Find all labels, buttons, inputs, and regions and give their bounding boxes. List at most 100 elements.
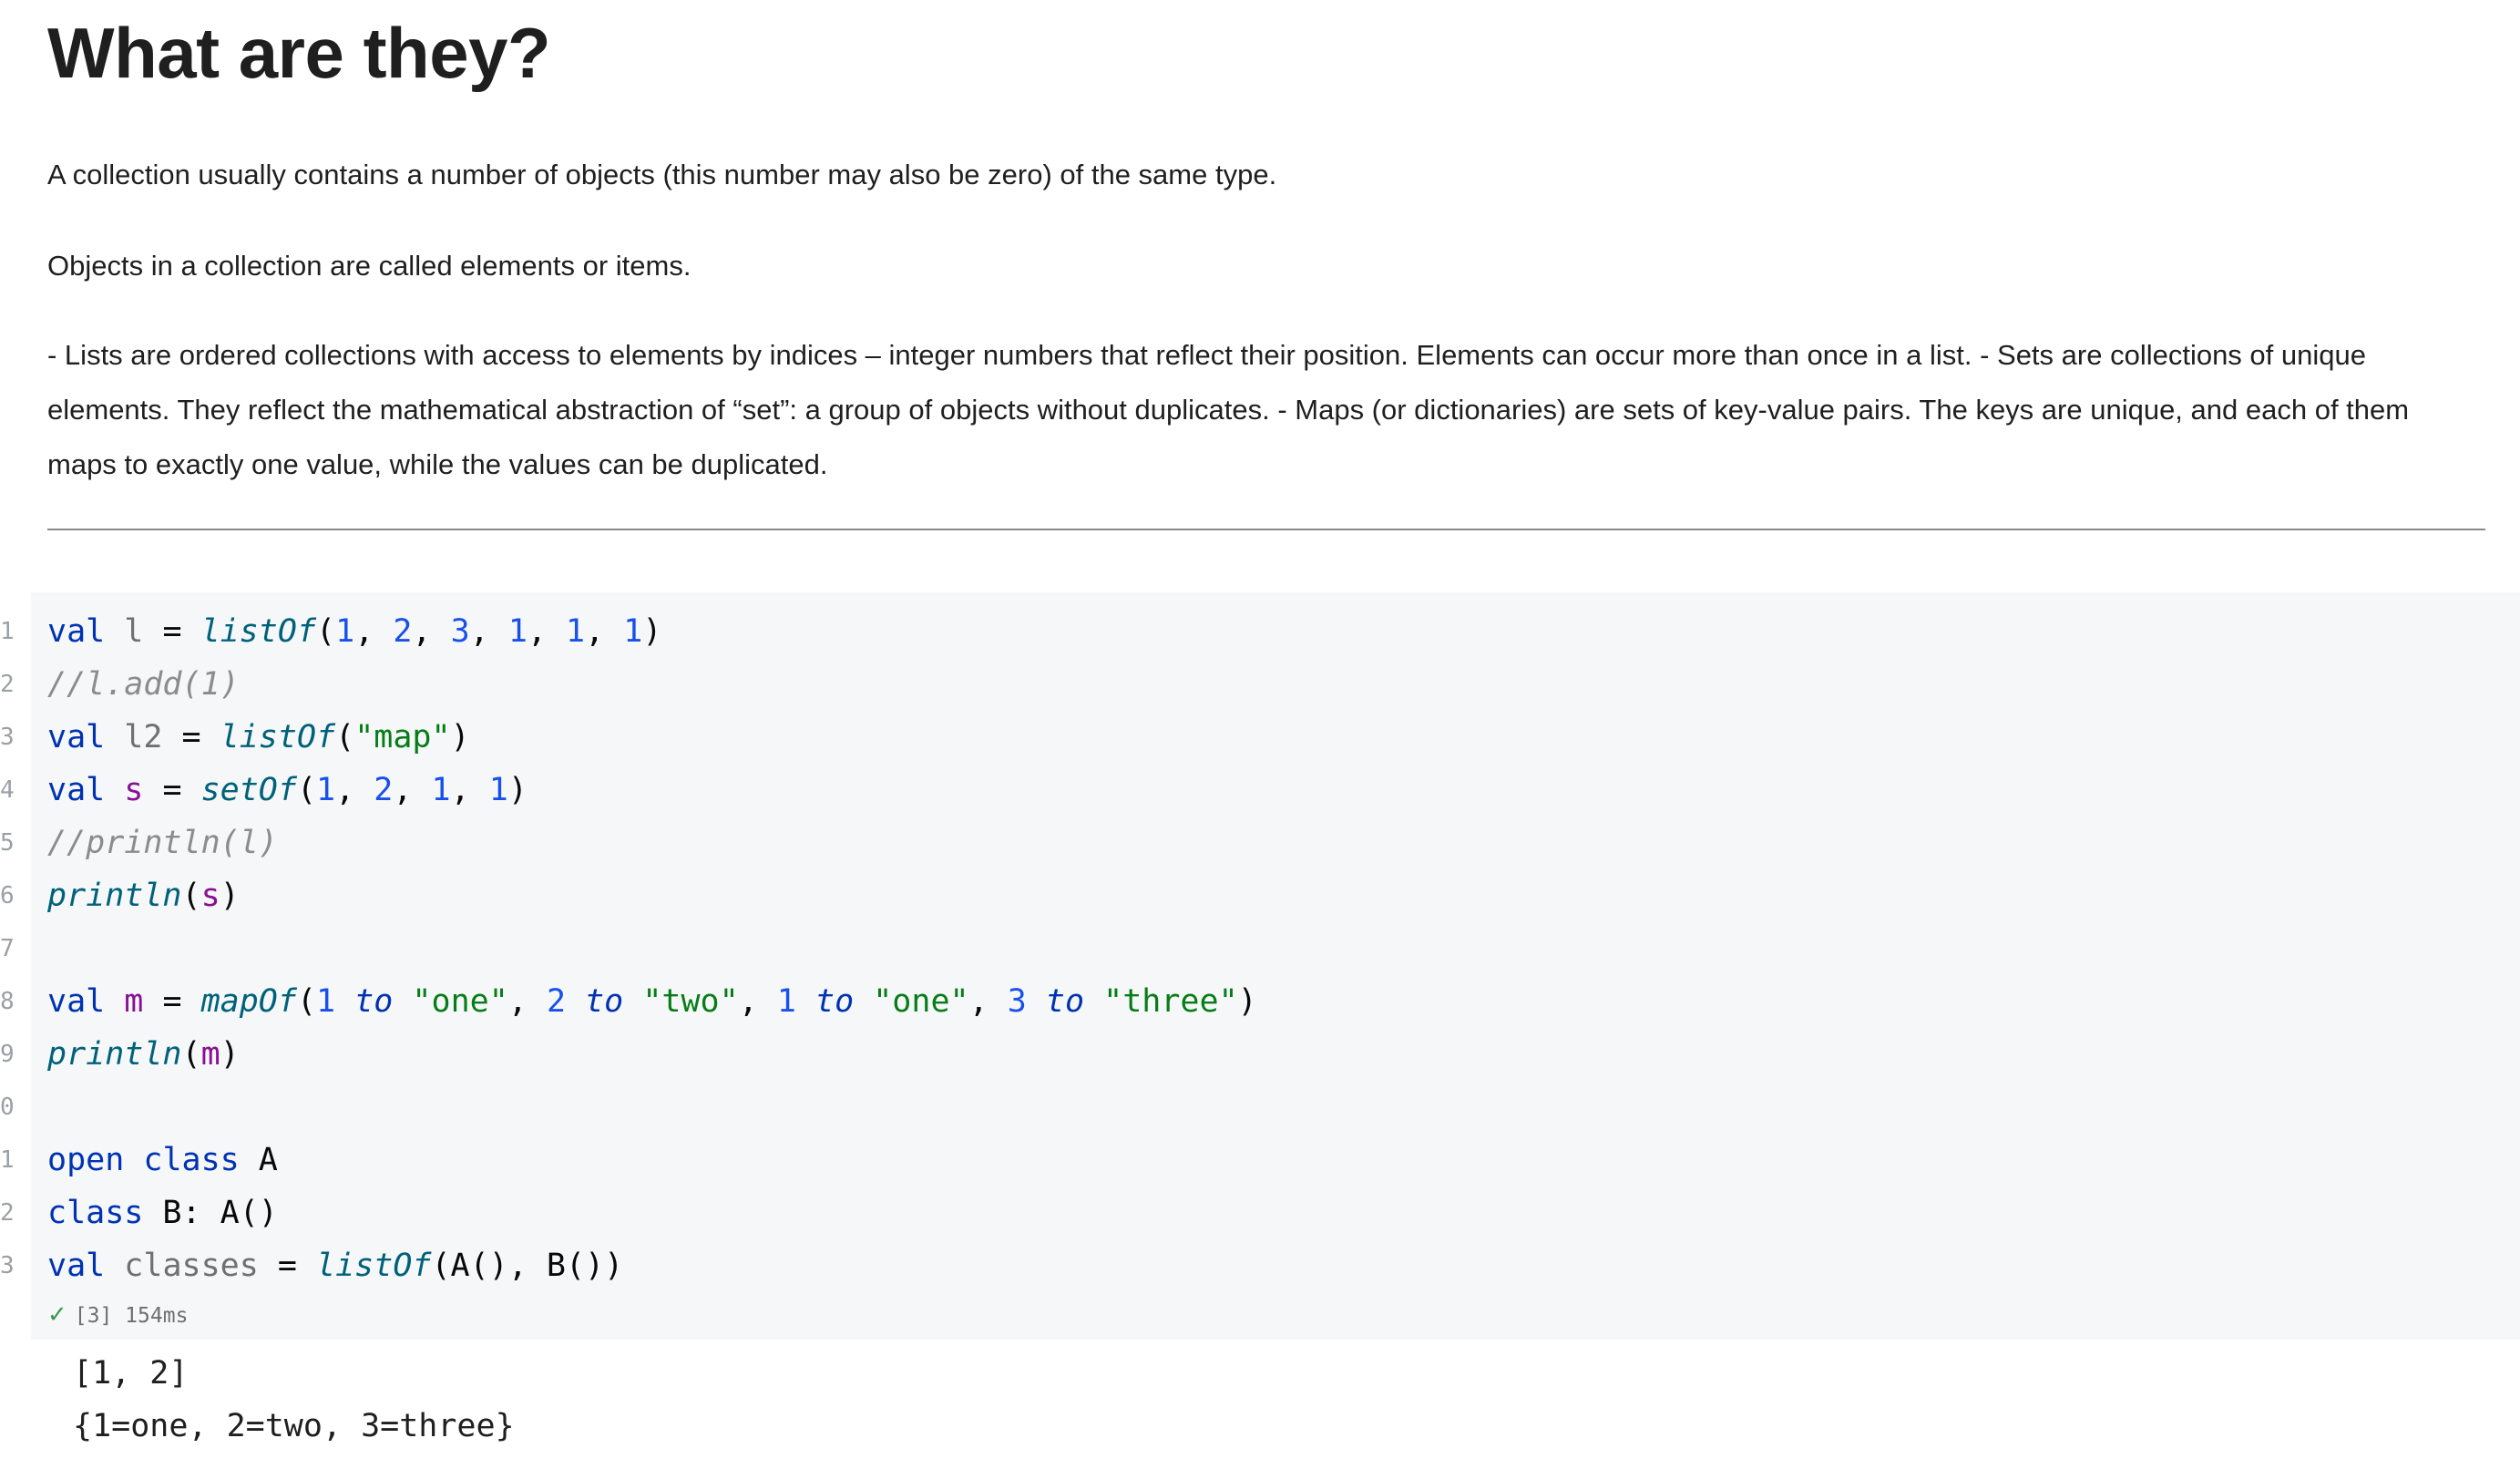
line-number: 3 (0, 724, 15, 751)
code-token: m (200, 1036, 220, 1073)
code-token: 1 (507, 613, 528, 650)
code-token: = (162, 719, 220, 755)
code-token: "one" (412, 983, 508, 1020)
code-token: //println(l) (47, 825, 278, 861)
code-token: , (968, 983, 1008, 1020)
code-line[interactable] (47, 1081, 1257, 1134)
paragraph-collection-types: - Lists are ordered collections with acc… (47, 339, 2410, 480)
code-token: 1 (335, 613, 355, 650)
code-token: open (47, 1142, 125, 1178)
code-token: , (393, 772, 432, 808)
code-token: , (738, 983, 777, 1020)
code-line[interactable]: open class A (47, 1134, 1257, 1186)
code-line[interactable] (47, 922, 1257, 975)
code-line[interactable]: println(m) (47, 1028, 1257, 1081)
code-token: ) (1237, 983, 1257, 1020)
line-number: 1 (0, 618, 15, 645)
code-token: 1 (623, 613, 643, 650)
code-line[interactable]: println(s) (47, 869, 1257, 922)
code-token: l2 (124, 719, 163, 755)
code-token: B: A() (143, 1195, 278, 1231)
markdown-cell: What are they? A collection usually cont… (47, 0, 2485, 530)
line-number: 7 (0, 935, 15, 962)
code-token: val (47, 719, 106, 755)
code-token: 1 (776, 983, 796, 1020)
code-token: classes (124, 1248, 259, 1284)
line-number: 5 (0, 829, 15, 857)
line-number-gutter: 1 2 3 4 5 6 7 8 9 0 1 2 3 (0, 605, 15, 1292)
code-token: ) (507, 772, 528, 808)
code-token: m (124, 983, 144, 1020)
code-token: A (239, 1142, 278, 1178)
code-token: setOf (200, 772, 297, 808)
code-token: s (124, 772, 144, 808)
code-token: ( (296, 983, 317, 1020)
code-token: , (354, 613, 394, 650)
code-token: val (47, 1248, 106, 1284)
execution-status: ✓ [3] 154ms (47, 1301, 188, 1330)
code-token: class (143, 1142, 240, 1178)
code-line[interactable]: //println(l) (47, 817, 1257, 869)
code-token: ( (335, 719, 355, 755)
cell-output: [1, 2] {1=one, 2=two, 3=three} (73, 1347, 515, 1453)
code-token: 2 (374, 772, 394, 808)
code-token: listOf (220, 719, 336, 755)
code-token: ) (642, 613, 662, 650)
code-token: ( (316, 613, 336, 650)
code-token: 1 (566, 613, 586, 650)
code-token: println (47, 1036, 182, 1073)
code-token: , (527, 613, 567, 650)
output-line: [1, 2] (73, 1355, 189, 1392)
execution-count-time: [3] 154ms (74, 1304, 189, 1328)
line-number: 2 (0, 1199, 15, 1227)
paragraph-elements: Objects in a collection are called eleme… (47, 250, 691, 282)
code-token: 1 (316, 983, 336, 1020)
code-token: listOf (316, 1248, 432, 1284)
code-token: ( (296, 772, 317, 808)
code-line[interactable]: class B: A() (47, 1186, 1257, 1239)
code-token: = (143, 613, 201, 650)
code-token: to (1045, 983, 1085, 1020)
code-token: to (354, 983, 394, 1020)
code-token: = (143, 772, 201, 808)
code-token: val (47, 983, 106, 1020)
code-token: , (335, 772, 374, 808)
line-number: 6 (0, 882, 15, 909)
code-token: l (124, 613, 144, 650)
code-token: , (469, 613, 508, 650)
code-line[interactable]: val m = mapOf(1 to "one", 2 to "two", 1 … (47, 975, 1257, 1028)
code-token: 3 (450, 613, 470, 650)
code-line[interactable]: val l = listOf(1, 2, 3, 1, 1, 1) (47, 605, 1257, 658)
code-token: class (47, 1195, 144, 1231)
line-number: 8 (0, 988, 15, 1015)
line-number: 4 (0, 776, 15, 804)
code-editor[interactable]: val l = listOf(1, 2, 3, 1, 1, 1)//l.add(… (47, 605, 1257, 1292)
code-line[interactable]: val classes = listOf(A(), B()) (47, 1239, 1257, 1292)
code-token: , (507, 983, 547, 1020)
line-number: 3 (0, 1252, 15, 1279)
code-token: "two" (642, 983, 739, 1020)
section-heading: What are they? (47, 13, 551, 93)
code-token: "three" (1103, 983, 1238, 1020)
code-token: val (47, 613, 106, 650)
code-line[interactable]: val l2 = listOf("map") (47, 711, 1257, 764)
code-line[interactable]: val s = setOf(1, 2, 1, 1) (47, 764, 1257, 817)
code-token: "one" (873, 983, 969, 1020)
code-token: listOf (200, 613, 317, 650)
code-token: 1 (316, 772, 336, 808)
check-icon: ✓ (47, 1301, 67, 1329)
line-number: 0 (0, 1094, 15, 1121)
code-line[interactable]: //l.add(1) (47, 658, 1257, 711)
code-token: ) (220, 1036, 240, 1073)
